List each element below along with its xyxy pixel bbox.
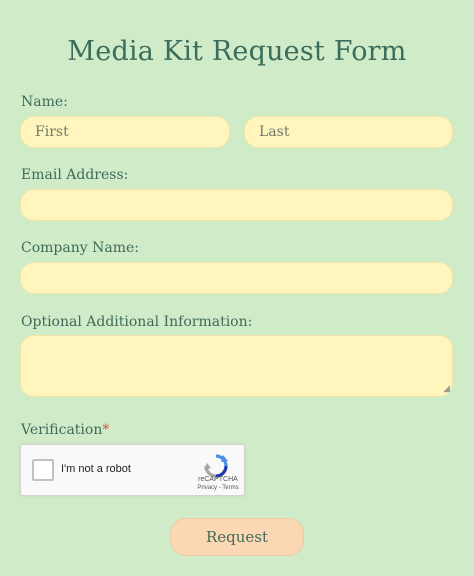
verification-text: Verification bbox=[21, 422, 103, 438]
email-label: Email Address: bbox=[21, 167, 129, 183]
request-button[interactable]: Request bbox=[170, 518, 304, 556]
recaptcha-widget: I'm not a robot reCAPTCHA Privacy - Term… bbox=[20, 444, 245, 496]
verification-label: Verification* bbox=[21, 422, 109, 438]
last-name-input[interactable] bbox=[244, 116, 453, 148]
additional-info-textarea[interactable] bbox=[20, 335, 453, 397]
required-marker: * bbox=[102, 422, 110, 438]
form-title: Media Kit Request Form bbox=[67, 36, 407, 67]
recaptcha-label: I'm not a robot bbox=[61, 463, 131, 475]
recaptcha-links[interactable]: Privacy - Terms bbox=[193, 485, 243, 491]
email-input[interactable] bbox=[20, 189, 453, 221]
name-label: Name: bbox=[21, 94, 68, 110]
recaptcha-checkbox[interactable] bbox=[32, 459, 54, 481]
recaptcha-brand: reCAPTCHA bbox=[198, 476, 238, 483]
resize-grip-icon[interactable]: ◢ bbox=[440, 384, 450, 394]
first-name-input[interactable] bbox=[20, 116, 230, 148]
company-label: Company Name: bbox=[21, 240, 139, 256]
company-input[interactable] bbox=[20, 262, 453, 294]
additional-info-label: Optional Additional Information: bbox=[21, 314, 253, 330]
